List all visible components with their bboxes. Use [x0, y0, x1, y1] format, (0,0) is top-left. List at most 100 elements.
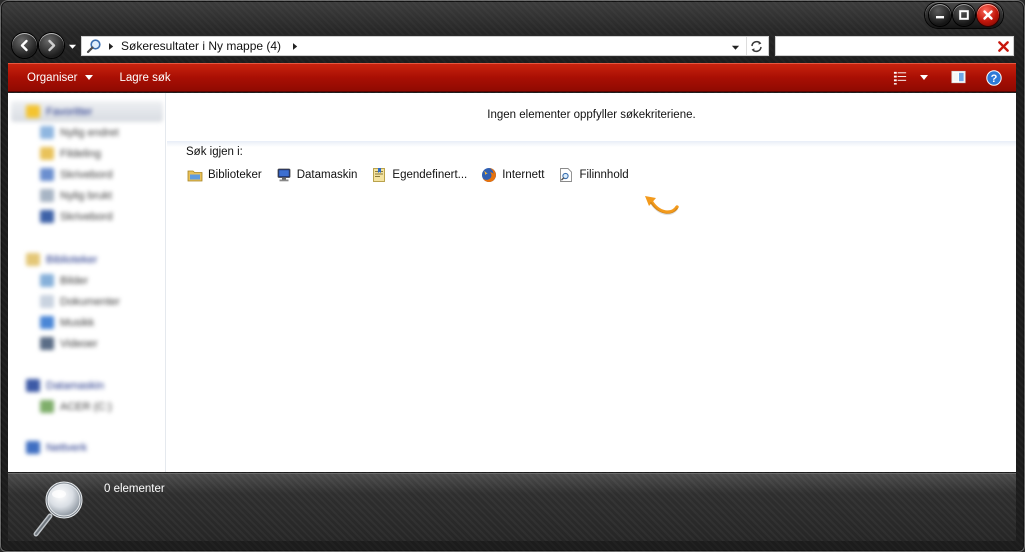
- nav-header-favorites[interactable]: Favoritter: [11, 101, 163, 122]
- nav-item-library[interactable]: Bilder: [8, 270, 165, 291]
- network-icon: [26, 441, 40, 454]
- nav-item-favorite[interactable]: Skrivebord: [8, 206, 165, 227]
- forward-button[interactable]: [39, 33, 64, 58]
- search-folder-icon: [85, 37, 103, 55]
- results-divider: [167, 141, 1016, 147]
- preview-pane-icon[interactable]: [948, 68, 968, 88]
- folder-icon: [40, 147, 54, 160]
- search-again-computer-label: Datamaskin: [296, 169, 358, 181]
- breadcrumb-separator-icon[interactable]: [107, 42, 115, 50]
- nav-header-libraries[interactable]: Biblioteker: [8, 249, 165, 270]
- arrow-right-icon: [48, 39, 56, 52]
- navigation-pane: Favoritter Nylig endret Fildeling Skrive…: [8, 93, 166, 472]
- computer-icon: [26, 379, 40, 392]
- nav-item-library[interactable]: Musikk: [8, 312, 165, 333]
- view-dropdown-icon[interactable]: [914, 68, 934, 88]
- address-bar[interactable]: Søkeresultater i Ny mappe (4): [80, 35, 770, 57]
- nav-item-favorite[interactable]: Nylig brukt: [8, 185, 165, 206]
- close-icon: [983, 10, 993, 20]
- libraries-icon: [26, 253, 40, 266]
- organise-button[interactable]: Organiser: [27, 64, 93, 91]
- nav-item-label: Videoer: [60, 337, 98, 350]
- clear-x-icon: [997, 40, 1009, 52]
- libraries-icon: [187, 170, 203, 182]
- nav-item-label: Skrivebord: [60, 168, 113, 181]
- nav-item-label: Musikk: [60, 316, 95, 329]
- search-again-internet[interactable]: Internett: [481, 165, 544, 185]
- search-again-libraries-label: Biblioteker: [208, 169, 262, 181]
- chevron-down-icon: [84, 75, 93, 80]
- recent-pages-button[interactable]: [67, 41, 77, 51]
- nav-item-label: Dokumenter: [60, 295, 120, 308]
- nav-item-favorite[interactable]: Nylig endret: [8, 122, 165, 143]
- search-input[interactable]: [780, 37, 990, 55]
- music-icon: [40, 316, 54, 329]
- nav-group-network: Nettverk: [8, 437, 165, 458]
- nav-header-label: Datamaskin: [46, 379, 105, 392]
- organise-label: Organiser: [27, 71, 78, 84]
- nav-item-library[interactable]: Dokumenter: [8, 291, 165, 312]
- nav-item-favorite[interactable]: Fildeling: [8, 143, 165, 164]
- command-bar-right: ?: [890, 64, 1016, 91]
- navigation-bar: Søkeresultater i Ny mappe (4): [10, 33, 1015, 59]
- star-icon: [26, 105, 40, 118]
- refresh-icon: [751, 40, 762, 52]
- maximize-icon: [959, 10, 969, 20]
- chevron-down-icon: [68, 44, 76, 49]
- search-again-custom-label: Egendefinert...: [392, 169, 468, 181]
- explorer-window: Søkeresultater i Ny mappe (4) Organiser …: [0, 0, 1025, 552]
- pictures-icon: [40, 274, 54, 287]
- search-magnifier-icon: [33, 481, 83, 537]
- close-button[interactable]: [977, 4, 999, 26]
- nav-item-drive[interactable]: ACER (C:): [8, 396, 165, 417]
- recent-places-icon: [40, 189, 54, 202]
- search-again-label: Søk igjen i:: [186, 146, 243, 158]
- save-search-button[interactable]: Lagre søk: [120, 64, 171, 91]
- clear-search-button[interactable]: [996, 39, 1010, 53]
- search-box[interactable]: [774, 35, 1015, 57]
- breadcrumb-next-separator-icon[interactable]: [291, 42, 299, 50]
- content-area: Favoritter Nylig endret Fildeling Skrive…: [8, 93, 1016, 472]
- nav-header-label: Nettverk: [46, 441, 87, 454]
- view-options-icon[interactable]: [890, 68, 910, 88]
- no-results-message: Ingen elementer oppfyller søkekriteriene…: [487, 109, 696, 121]
- nav-header-label: Biblioteker: [46, 253, 98, 266]
- nav-item-label: Nylig endret: [60, 126, 119, 139]
- nav-group-libraries: Biblioteker Bilder Dokumenter Musikk Vid…: [8, 249, 165, 354]
- nav-header-computer[interactable]: Datamaskin: [8, 375, 165, 396]
- file-contents-icon: [560, 168, 573, 182]
- firefox-icon: [482, 168, 497, 182]
- item-count: 0 elementer: [104, 483, 165, 495]
- caption-buttons: [925, 2, 1003, 28]
- search-again-computer[interactable]: Datamaskin: [276, 165, 358, 185]
- address-dropdown-button[interactable]: [731, 41, 741, 51]
- command-bar: Organiser Lagre søk ?: [8, 63, 1016, 92]
- nav-group-favorites: Favoritter Nylig endret Fildeling Skrive…: [8, 101, 165, 227]
- search-again-file-contents[interactable]: Filinnhold: [558, 165, 629, 185]
- back-button[interactable]: [12, 33, 37, 58]
- nav-group-computer: Datamaskin ACER (C:): [8, 375, 165, 417]
- annotation-arrow-icon: [645, 196, 679, 216]
- refresh-button[interactable]: [746, 37, 766, 55]
- nav-header-network[interactable]: Nettverk: [8, 437, 165, 458]
- results-pane: Ingen elementer oppfyller søkekriteriene…: [167, 93, 1016, 472]
- computer-icon: [277, 168, 291, 182]
- minimize-button[interactable]: [929, 4, 951, 26]
- details-pane: 0 elementer: [8, 473, 1016, 541]
- search-again-libraries[interactable]: Biblioteker: [187, 165, 262, 185]
- nav-item-library[interactable]: Videoer: [8, 333, 165, 354]
- nav-item-label: Nylig brukt: [60, 189, 112, 202]
- desktop-icon: [40, 168, 54, 181]
- svg-text:?: ?: [991, 73, 998, 85]
- search-again-custom[interactable]: Egendefinert...: [371, 165, 467, 185]
- minimize-icon: [936, 16, 944, 19]
- nav-item-label: Bilder: [60, 274, 89, 287]
- desktop-icon: [40, 210, 54, 223]
- recent-folder-icon: [40, 126, 54, 139]
- maximize-button[interactable]: [953, 4, 975, 26]
- help-icon[interactable]: ?: [984, 68, 1004, 88]
- arrow-left-icon: [20, 39, 28, 52]
- breadcrumb-current[interactable]: Søkeresultater i Ny mappe (4): [121, 39, 281, 53]
- save-search-label: Lagre søk: [119, 71, 171, 84]
- nav-item-favorite[interactable]: Skrivebord: [8, 164, 165, 185]
